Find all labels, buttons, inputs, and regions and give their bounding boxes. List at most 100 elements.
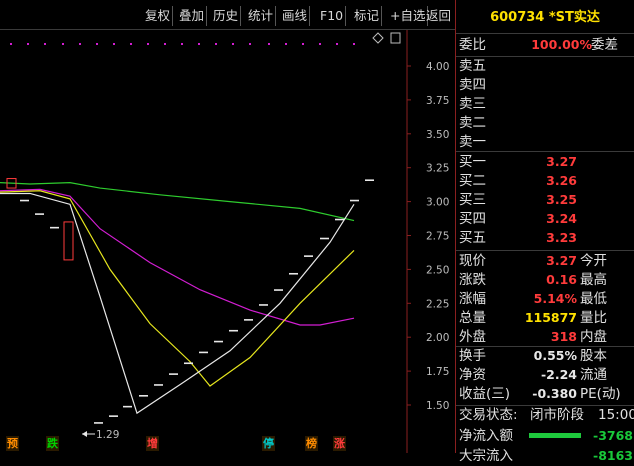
signal-badge[interactable]: 预 — [6, 436, 19, 451]
quote-row-rows-0: 现价 3.27 今开 — [459, 253, 607, 269]
signal-badge[interactable]: 涨 — [333, 436, 346, 451]
statistics-button[interactable]: 统计 — [246, 6, 277, 26]
quote-panel: 600734 *ST实达 委比 100.00% 委差 卖五 卖四 卖三 卖二 卖一 买一… — [455, 0, 634, 464]
buy-level-3: 买三 3.25 — [459, 192, 577, 208]
price-tick-label: 2.00 — [426, 332, 449, 344]
net-inflow-bar — [529, 433, 581, 438]
price-dash — [199, 351, 208, 354]
signal-dot — [198, 43, 200, 45]
price-tick-label: 1.75 — [426, 366, 449, 378]
signal-dot — [27, 43, 29, 45]
back-button[interactable]: 返回 — [424, 6, 453, 26]
window-icon[interactable] — [390, 32, 401, 44]
price-tick-label: 2.25 — [426, 298, 449, 310]
signal-dot — [96, 43, 98, 45]
restore-rights-button[interactable]: 复权 — [143, 6, 174, 26]
signal-dot — [113, 43, 115, 45]
price-tick-label: 3.75 — [426, 95, 449, 107]
signal-dot — [302, 43, 304, 45]
signal-dot — [181, 43, 183, 45]
price-tick-label: 4.00 — [426, 61, 449, 73]
signal-dot — [147, 43, 149, 45]
ma-line-green — [0, 182, 355, 222]
ma-line-magenta — [0, 188, 355, 326]
quote-row-rows-4: 外盘 318 内盘 — [459, 329, 607, 345]
big-inflow-row: 大宗流入 -8163 — [459, 448, 633, 464]
buy-level-2: 买二 3.26 — [459, 173, 577, 189]
sell-level-2: 卖二 — [459, 115, 486, 131]
add-watchlist-button[interactable]: +自选 — [388, 6, 429, 26]
price-dash — [154, 384, 163, 386]
price-dash — [244, 319, 253, 321]
signal-dot — [336, 43, 338, 45]
price-dash — [109, 415, 118, 417]
signal-dot — [10, 43, 12, 45]
trade-status-row: 交易状态: 闭市阶段 15:00 — [459, 407, 634, 423]
price-dash — [304, 255, 313, 257]
price-dash — [214, 340, 223, 343]
low-price-label: 1.29 — [96, 429, 119, 441]
price-chart[interactable]: 4.00 3.75 3.50 3.25 3.00 2.75 2.50 2.25 2.00 1.75… — [0, 30, 455, 453]
f10-button[interactable]: F10 — [318, 6, 347, 26]
signal-dot — [232, 43, 234, 45]
price-tick-label: 3.00 — [426, 197, 449, 209]
diamond-icon[interactable] — [372, 32, 384, 44]
quote-row-rows-1: 涨跌 0.16 最高 — [459, 272, 607, 288]
price-dash — [50, 226, 59, 229]
sell-level-4: 卖四 — [459, 77, 486, 93]
price-dash — [259, 304, 268, 306]
buy-level-1: 买一 3.27 — [459, 154, 577, 170]
price-dash — [229, 329, 238, 332]
signal-badge[interactable]: 停 — [262, 436, 275, 451]
toolbar: 复权 叠加 历史 统计 画线 F10 标记 +自选 返回 — [0, 0, 455, 30]
overlay-button[interactable]: 叠加 — [177, 6, 208, 26]
signal-dot — [62, 43, 64, 45]
price-dash — [350, 199, 359, 202]
price-dash — [365, 179, 374, 182]
sell-level-3: 卖三 — [459, 96, 486, 112]
price-dash — [94, 422, 103, 424]
signal-badge[interactable]: 跌 — [46, 436, 59, 451]
quote-row-rows2-0: 换手 0.55% 股本 — [459, 348, 607, 364]
quote-row-rows-3: 总量 115877 量比 — [459, 310, 607, 326]
quote-row-rows-2: 涨幅 5.14% 最低 — [459, 291, 607, 307]
signal-dot — [353, 43, 355, 45]
price-dash — [289, 272, 298, 275]
mark-button[interactable]: 标记 — [352, 6, 383, 26]
buy-level-4: 买四 3.24 — [459, 211, 577, 227]
sell-level-5: 卖五 — [459, 58, 486, 74]
moving-average-lines — [0, 182, 355, 415]
price-tick-label: 3.50 — [426, 129, 449, 141]
price-bars — [6, 178, 374, 424]
price-dash — [169, 373, 178, 375]
ma-line-white — [0, 192, 355, 415]
signal-dot — [79, 43, 81, 45]
quote-row-rows2-1: 净资 -2.24 流通 — [459, 367, 607, 383]
history-button[interactable]: 历史 — [211, 6, 242, 26]
signal-dot — [319, 43, 321, 45]
price-tick-label: 3.25 — [426, 163, 449, 175]
price-dash — [20, 199, 29, 202]
low-price-annotation: 1.29 — [82, 429, 119, 441]
price-dash — [139, 395, 148, 397]
price-tick-label: 1.50 — [426, 400, 449, 412]
signal-badge[interactable]: 榜 — [305, 436, 318, 451]
signal-dot — [285, 43, 287, 45]
price-tick-label: 2.75 — [426, 231, 449, 243]
price-axis: 4.00 3.75 3.50 3.25 3.00 2.75 2.50 2.25 2.00 1.75… — [407, 61, 449, 412]
net-inflow-row: 净流入额 -3768 — [459, 428, 633, 444]
signal-dot — [164, 43, 166, 45]
sell-level-1: 卖一 — [459, 134, 486, 150]
signal-badge[interactable]: 增 — [146, 436, 159, 451]
signal-dot — [130, 43, 132, 45]
signal-dot — [268, 43, 270, 45]
price-dash — [274, 289, 283, 291]
quote-row-rows2-2: 收益(三) -0.380 PE(动) — [459, 386, 621, 402]
price-dash — [335, 218, 344, 221]
candle — [63, 221, 74, 261]
price-dash — [123, 405, 132, 408]
order-ratio-row: 委比 100.00% 委差 — [459, 37, 618, 53]
draw-line-button[interactable]: 画线 — [280, 6, 311, 26]
signal-dot — [249, 43, 251, 45]
price-dash — [35, 213, 44, 215]
